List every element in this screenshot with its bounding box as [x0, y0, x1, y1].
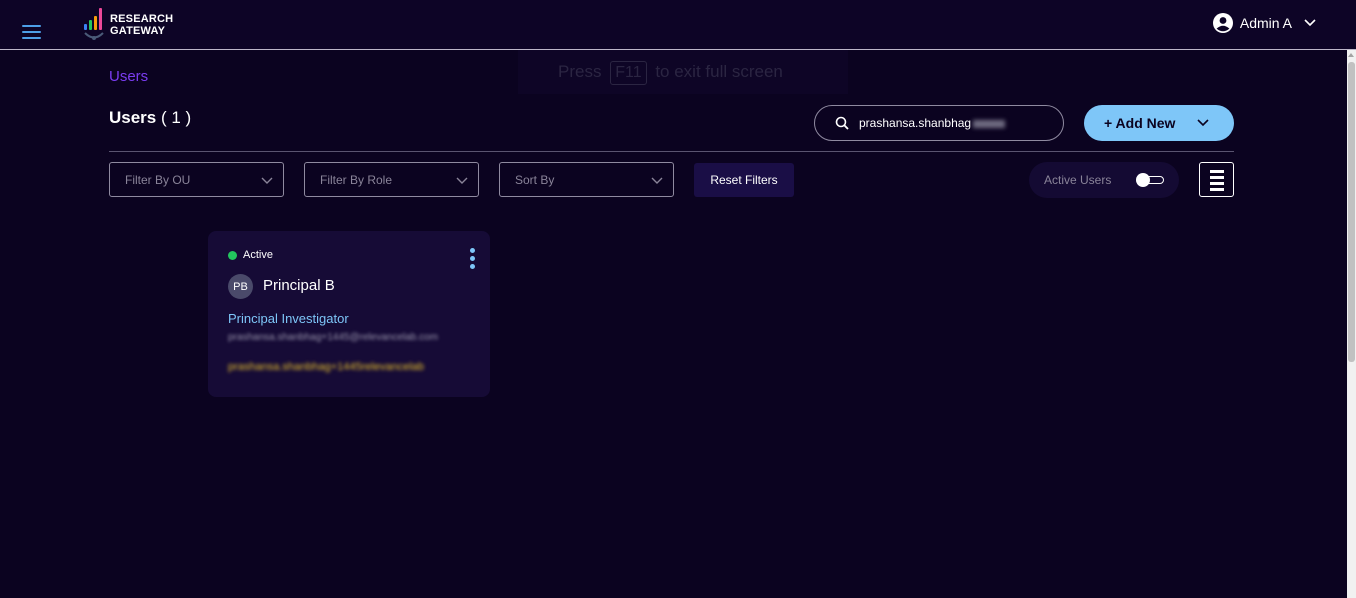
top-bar: RESEARCH GATEWAY Admin A [0, 0, 1356, 50]
chevron-down-icon [651, 177, 663, 184]
logo-text-research: RESEARCH [110, 13, 174, 25]
fullscreen-hint-key: F11 [610, 61, 647, 85]
app-logo[interactable]: RESEARCH GATEWAY [82, 8, 173, 42]
list-view-menu-button[interactable] [1199, 162, 1234, 197]
fullscreen-hint-suffix: to exit full screen [655, 62, 783, 81]
avatar: PB [228, 274, 253, 299]
user-menu[interactable]: Admin A [1212, 13, 1316, 33]
fullscreen-hint: Press F11 to exit full screen [518, 50, 848, 94]
logo-text-gateway: GATEWAY [110, 25, 166, 37]
user-username: prashansa.shanbhag+1445relevancelab [228, 361, 425, 373]
page-title: Users ( 1 ) [109, 108, 191, 128]
breadcrumb-users[interactable]: Users [109, 68, 148, 85]
user-card[interactable]: Active PB Principal B Principal Investig… [208, 231, 490, 397]
filter-by-ou-label: Filter By OU [125, 172, 191, 187]
add-new-label: + Add New [1104, 115, 1176, 131]
search-box[interactable]: prashansa.shanbhag [814, 105, 1064, 141]
filter-by-role-label: Filter By Role [320, 172, 393, 187]
search-input[interactable]: prashansa.shanbhag [859, 116, 1006, 130]
user-name: Admin A [1239, 15, 1292, 31]
scroll-up-arrow-icon[interactable] [1348, 53, 1354, 57]
more-options-icon[interactable] [470, 248, 476, 270]
user-email: prashansa.shanbhag+1445@relevancelab.com [228, 332, 439, 343]
logo-bars-icon [82, 8, 106, 42]
search-icon [835, 116, 849, 130]
active-users-toggle[interactable] [1136, 173, 1166, 187]
chevron-down-icon [1197, 119, 1210, 127]
user-name-text: Principal B [263, 277, 335, 294]
chevron-down-icon [456, 177, 468, 184]
sort-by-label: Sort By [515, 172, 555, 187]
chevron-down-icon [261, 177, 273, 184]
fullscreen-hint-prefix: Press [558, 62, 602, 81]
header-divider [109, 151, 1234, 152]
user-count: ( 1 ) [161, 108, 192, 127]
scroll-thumb[interactable] [1348, 62, 1355, 362]
hamburger-menu-icon[interactable] [22, 25, 41, 39]
status-text: Active [243, 249, 273, 261]
filter-by-ou-select[interactable]: Filter By OU [109, 162, 284, 197]
user-role: Principal Investigator [228, 311, 349, 326]
sort-by-select[interactable]: Sort By [499, 162, 674, 197]
filter-by-role-select[interactable]: Filter By Role [304, 162, 479, 197]
active-status-dot-icon [228, 250, 237, 260]
chevron-down-icon [1304, 19, 1316, 27]
page-title-text: Users [109, 108, 157, 127]
add-new-button[interactable]: + Add New [1084, 105, 1234, 141]
status-badge: Active [228, 249, 273, 261]
reset-filters-button[interactable]: Reset Filters [694, 163, 794, 197]
account-circle-icon [1212, 13, 1233, 33]
active-users-filter: Active Users [1029, 162, 1179, 198]
active-users-label: Active Users [1044, 173, 1112, 187]
page-scrollbar[interactable] [1347, 50, 1356, 598]
